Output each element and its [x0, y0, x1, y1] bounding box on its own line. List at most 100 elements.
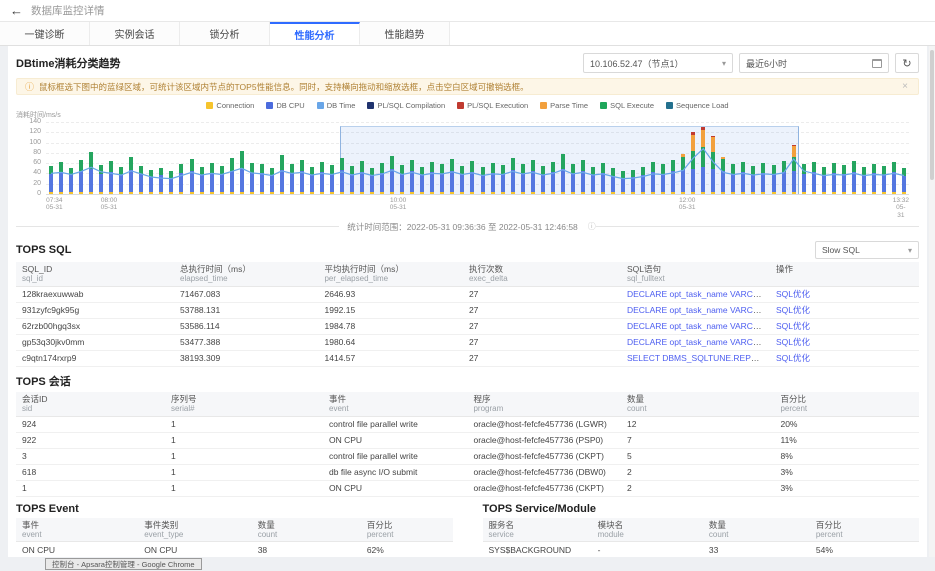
legend-swatch-icon [206, 102, 213, 109]
stacked-bar [69, 168, 73, 194]
table-row: 9241control file parallel writeoracle@ho… [16, 416, 919, 432]
x-axis-tick: 07:3405-31 [46, 197, 63, 212]
table-cell: 3% [774, 480, 919, 496]
tab-3[interactable]: 性能分析 [270, 22, 360, 45]
stacked-bar [822, 167, 826, 194]
table-cell: 3% [774, 464, 919, 480]
table-cell: 62% [361, 542, 453, 557]
stacked-bar [681, 154, 685, 194]
table-cell: DECLARE opt_task_name VARCHAR2(30); opt_… [621, 286, 770, 302]
node-select-value: 10.106.52.47（节点1） [590, 57, 684, 70]
tops-service-title: TOPS Service/Module [483, 503, 597, 515]
stacked-bar [169, 171, 173, 194]
brush-selection-region[interactable] [340, 126, 798, 194]
legend-item[interactable]: Sequence Load [666, 101, 729, 110]
table-cell: SQL优化 [770, 302, 919, 318]
legend-item[interactable]: SQL Execute [600, 101, 654, 110]
legend-swatch-icon [540, 102, 547, 109]
column-header: 数量count [621, 392, 775, 416]
tab-2[interactable]: 锁分析 [180, 22, 270, 45]
stacked-bar [601, 163, 605, 194]
sql-optimize-link[interactable]: SQL优化 [776, 321, 810, 331]
sql-text-link[interactable]: DECLARE opt_task_name VARCHAR2(30); opt_… [627, 321, 770, 331]
scrollbar-thumb[interactable] [930, 50, 934, 180]
column-header: 百分比percent [774, 392, 919, 416]
table-cell: SELECT DBMS_SQLTUNE.REPORT_SQL_MONITOR(S… [621, 350, 770, 366]
sql-optimize-link[interactable]: SQL优化 [776, 289, 810, 299]
stacked-bar [561, 154, 565, 194]
y-axis-tick: 120 [16, 128, 41, 135]
y-axis-tick: 20 [16, 180, 41, 187]
table-cell: DECLARE opt_task_name VARCHAR2(30); opt_… [621, 318, 770, 334]
table-cell: 2 [621, 480, 775, 496]
stacked-bar [290, 164, 294, 194]
dbtime-chart[interactable]: 消耗时间/ms/s 02040608010012014007:3405-3108… [16, 112, 919, 216]
column-header: 服务名service [483, 518, 592, 542]
stacked-bar [89, 152, 93, 194]
top-header-bar: ← 数据库监控详情 [0, 0, 935, 22]
node-select[interactable]: 10.106.52.47（节点1） ▾ [583, 53, 733, 73]
stacked-bar [49, 166, 53, 194]
legend-label: PL/SQL Compilation [377, 101, 445, 110]
stacked-bar [350, 166, 354, 194]
stacked-bar [129, 157, 133, 194]
sql-optimize-link[interactable]: SQL优化 [776, 305, 810, 315]
legend-item[interactable]: DB Time [317, 101, 356, 110]
column-header: 数量count [252, 518, 361, 542]
column-header: 会话IDsid [16, 392, 165, 416]
table-cell: c9qtn174rxrp9 [16, 350, 174, 366]
table-cell: 924 [16, 416, 165, 432]
taskbar-window-title[interactable]: 控制台 - Apsara控制管理 - Google Chrome [45, 558, 202, 570]
sql-optimize-link[interactable]: SQL优化 [776, 337, 810, 347]
stacked-bar [812, 162, 816, 194]
table-row: 31control file parallel writeoracle@host… [16, 448, 919, 464]
table-cell: 8% [774, 448, 919, 464]
table-cell: ON CPU [138, 542, 251, 557]
stacked-bar [400, 165, 404, 194]
chevron-down-icon: ▾ [722, 59, 726, 68]
table-cell: control file parallel write [323, 416, 467, 432]
stacked-bar [832, 163, 836, 194]
legend-item[interactable]: PL/SQL Compilation [367, 101, 445, 110]
stacked-bar [872, 164, 876, 194]
stacked-bar [200, 167, 204, 194]
sql-optimize-link[interactable]: SQL优化 [776, 353, 810, 363]
tops-event-title: TOPS Event [16, 503, 79, 515]
stacked-bar [501, 165, 505, 194]
close-icon[interactable]: × [900, 81, 910, 92]
stacked-bar [802, 164, 806, 194]
stacked-bar [300, 160, 304, 194]
scrollbar[interactable] [929, 46, 935, 557]
y-axis-tick: 80 [16, 149, 41, 156]
stacked-bar [250, 163, 254, 194]
stacked-bar [581, 160, 585, 194]
refresh-button[interactable]: ↻ [895, 53, 919, 73]
back-arrow-icon[interactable]: ← [10, 4, 23, 17]
legend-item[interactable]: PL/SQL Execution [457, 101, 528, 110]
sql-text-link[interactable]: SELECT DBMS_SQLTUNE.REPORT_SQL_MONITOR(S… [627, 353, 770, 363]
sql-filter-select[interactable]: Slow SQL ▾ [815, 241, 919, 259]
legend-item[interactable]: Parse Time [540, 101, 588, 110]
stacked-bar [220, 166, 224, 194]
legend-swatch-icon [666, 102, 673, 109]
sql-text-link[interactable]: DECLARE opt_task_name VARCHAR2(30); opt_… [627, 305, 770, 315]
column-header: 总执行时间（ms）elapsed_time [174, 262, 318, 286]
table-cell: 20% [774, 416, 919, 432]
stacked-bar [671, 160, 675, 194]
tab-4[interactable]: 性能趋势 [360, 22, 450, 45]
sql-text-link[interactable]: DECLARE opt_task_name VARCHAR2(30); opt_… [627, 289, 770, 299]
tab-1[interactable]: 实例会话 [90, 22, 180, 45]
sql-text-link[interactable]: DECLARE opt_task_name VARCHAR2(30); opt_… [627, 337, 770, 347]
table-row: ON CPUON CPU3862% [16, 542, 453, 557]
tab-0[interactable]: 一键诊断 [0, 22, 90, 45]
content-card: DBtime消耗分类趋势 10.106.52.47（节点1） ▾ 最近6小时 ↻… [8, 46, 927, 557]
table-cell: 62rzb00hgq3sx [16, 318, 174, 334]
table-cell: 2646.93 [318, 286, 462, 302]
table-cell: - [592, 542, 703, 557]
y-axis-tick: 140 [16, 118, 41, 125]
time-range-picker[interactable]: 最近6小时 [739, 53, 889, 73]
time-range-value: 最近6小时 [746, 57, 787, 70]
legend-item[interactable]: Connection [206, 101, 254, 110]
stacked-bar [460, 166, 464, 194]
legend-item[interactable]: DB CPU [266, 101, 304, 110]
